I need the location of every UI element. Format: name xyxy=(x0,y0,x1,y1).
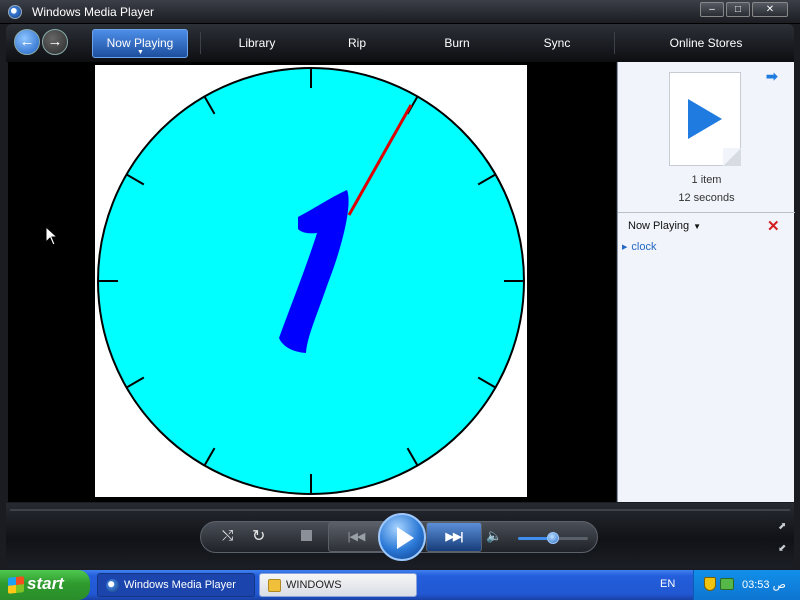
windows-flag-icon xyxy=(8,576,24,594)
title-bar[interactable]: Windows Media Player – □ ✕ xyxy=(0,0,800,24)
tab-sync[interactable]: Sync xyxy=(522,24,592,62)
next-button[interactable]: ▶▶| xyxy=(426,522,482,552)
clear-list-icon[interactable]: ✕ xyxy=(767,217,780,235)
item-count: 1 item xyxy=(691,174,722,186)
total-duration: 12 seconds xyxy=(678,192,735,204)
system-tray: 03:53 ص xyxy=(693,570,800,600)
switch-to-compact-icon[interactable]: ⬈ xyxy=(778,521,786,532)
security-shield-icon[interactable] xyxy=(704,577,716,591)
full-screen-icon[interactable]: ⬋ xyxy=(778,543,786,554)
start-label: start xyxy=(27,574,64,593)
close-button[interactable]: ✕ xyxy=(752,2,788,17)
tab-burn[interactable]: Burn xyxy=(422,24,492,62)
forward-arrow-icon: → xyxy=(47,33,63,50)
taskbar-item-label: Windows Media Player xyxy=(124,579,236,591)
tab-label: Now Playing xyxy=(106,36,174,50)
play-icon xyxy=(397,527,414,549)
next-icon: ▶▶| xyxy=(445,531,464,543)
back-button[interactable]: ← xyxy=(14,29,40,55)
wmp-icon xyxy=(106,579,119,592)
media-player-window: Windows Media Player – □ ✕ ← → Now Playi… xyxy=(0,0,800,570)
language-indicator[interactable]: EN xyxy=(660,578,675,590)
forward-button[interactable]: → xyxy=(42,29,68,55)
minimize-button[interactable]: – xyxy=(700,2,724,17)
taskbar-item-wmp[interactable]: Windows Media Player xyxy=(97,573,255,597)
maximize-button[interactable]: □ xyxy=(726,2,750,17)
tab-now-playing[interactable]: Now Playing ▼ xyxy=(92,29,188,58)
playback-controls: ⤭ ↻ |◀◀ ▶▶| 🔈 ⬈ ⬋ xyxy=(6,503,794,568)
taskbar-item-windows[interactable]: WINDOWS xyxy=(259,573,417,597)
arrow-right-icon[interactable]: ➡ xyxy=(766,68,778,85)
folder-icon xyxy=(268,579,281,592)
previous-button[interactable]: |◀◀ xyxy=(328,522,384,552)
tab-library[interactable]: Library xyxy=(212,24,302,62)
window-title: Windows Media Player xyxy=(32,5,155,19)
chevron-down-icon: ▼ xyxy=(693,222,702,231)
tab-divider xyxy=(200,32,201,54)
seek-bar[interactable] xyxy=(10,509,790,511)
playlist-item[interactable]: ▶ clock xyxy=(622,241,656,253)
stop-button[interactable] xyxy=(301,530,312,541)
playing-indicator-icon: ▶ xyxy=(622,244,628,251)
play-icon xyxy=(688,99,722,139)
tab-online-stores[interactable]: Online Stores xyxy=(646,24,766,62)
playlist-item-title: clock xyxy=(631,241,657,253)
now-playing-pane: ➡ 1 item 12 seconds Now Playing ▼ ✕ ▶ cloc… xyxy=(617,62,795,502)
shuffle-icon[interactable]: ⤭ xyxy=(222,527,233,544)
start-button[interactable]: start xyxy=(0,570,90,600)
taskbar: start Windows Media Player WINDOWS EN 03… xyxy=(0,570,800,600)
play-button[interactable] xyxy=(378,513,426,561)
tab-divider xyxy=(614,32,615,54)
clock-visualization xyxy=(97,67,525,495)
network-icon[interactable] xyxy=(720,578,734,590)
pane-divider xyxy=(618,212,795,213)
cursor-arrow-icon xyxy=(45,226,59,246)
tab-rip[interactable]: Rip xyxy=(322,24,392,62)
previous-icon: |◀◀ xyxy=(347,531,366,543)
taskbar-item-label: WINDOWS xyxy=(286,579,342,591)
video-area[interactable] xyxy=(8,62,616,502)
now-playing-dropdown[interactable]: Now Playing ▼ xyxy=(628,220,701,232)
video-frame xyxy=(95,65,527,497)
volume-slider[interactable] xyxy=(518,532,588,544)
now-playing-label: Now Playing xyxy=(628,220,690,232)
media-file-icon xyxy=(669,72,741,166)
repeat-icon[interactable]: ↻ xyxy=(252,526,265,546)
tray-clock[interactable]: 03:53 ص xyxy=(742,578,786,591)
page-fold xyxy=(723,148,741,166)
nav-bar: ← → Now Playing ▼ Library Rip Burn Sync … xyxy=(6,24,794,62)
back-arrow-icon: ← xyxy=(19,33,35,50)
wmp-icon xyxy=(8,5,22,19)
chevron-down-icon[interactable]: ▼ xyxy=(137,49,144,56)
volume-thumb[interactable] xyxy=(547,532,559,544)
speaker-icon[interactable]: 🔈 xyxy=(486,528,502,544)
